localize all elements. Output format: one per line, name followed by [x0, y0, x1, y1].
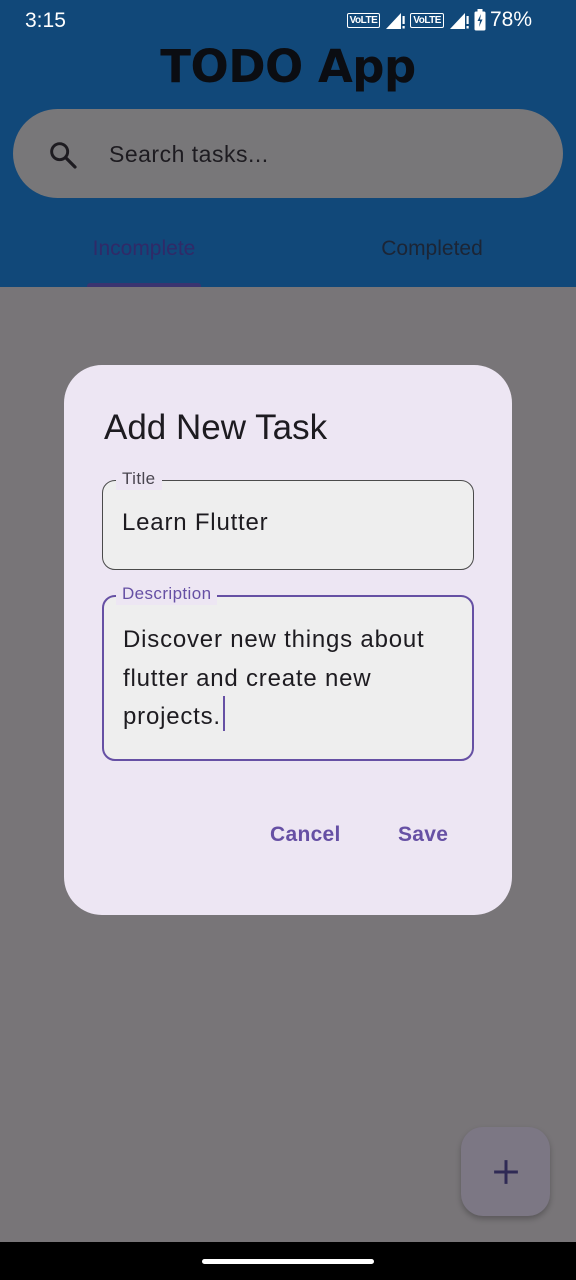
volte-badge: VoLTE — [346, 12, 381, 28]
cancel-button[interactable]: Cancel — [270, 823, 341, 847]
title-field-label: Title — [116, 468, 162, 490]
description-field-label: Description — [116, 583, 218, 605]
search-icon — [50, 142, 77, 169]
tab-incomplete-label: Incomplete — [92, 237, 196, 260]
signal-icon — [386, 13, 405, 29]
title-field[interactable]: Title Learn Flutter — [102, 468, 474, 570]
system-nav-bar — [0, 1242, 576, 1280]
save-button[interactable]: Save — [398, 823, 448, 847]
add-task-fab[interactable] — [461, 1127, 550, 1216]
title-field-value: Learn Flutter — [122, 509, 269, 536]
battery-charging-icon — [474, 9, 486, 31]
tab-incomplete[interactable]: Incomplete — [0, 220, 288, 287]
search-input[interactable] — [109, 137, 529, 171]
volte-badge: VoLTE — [410, 12, 444, 28]
signal-icon — [449, 13, 469, 29]
add-task-dialog: Add New Task Title Learn Flutter Descrip… — [64, 365, 512, 915]
description-field-text: Discover new things about flutter and cr… — [123, 621, 463, 737]
description-field-value: Discover new things about flutter and cr… — [123, 626, 425, 730]
app-title: TODO App — [160, 40, 416, 93]
status-icons: VoLTE VoLTE 78% — [346, 8, 532, 32]
description-field[interactable]: Description Discover new things about fl… — [102, 583, 474, 761]
plus-icon — [493, 1159, 518, 1184]
text-cursor — [222, 696, 226, 732]
home-indicator[interactable] — [202, 1259, 374, 1264]
search-bar[interactable] — [13, 109, 563, 198]
tab-bar: Incomplete Completed — [0, 220, 576, 287]
app-bar: 3:15 VoLTE VoLTE 78% TODO App Incomplete… — [0, 0, 576, 287]
tab-completed-label: Completed — [381, 237, 483, 260]
battery-level: 78% — [489, 8, 532, 31]
status-bar: 3:15 VoLTE VoLTE 78% — [0, 0, 576, 44]
tab-completed[interactable]: Completed — [288, 220, 576, 287]
dialog-title: Add New Task — [104, 408, 328, 447]
status-time: 3:15 — [25, 9, 66, 32]
